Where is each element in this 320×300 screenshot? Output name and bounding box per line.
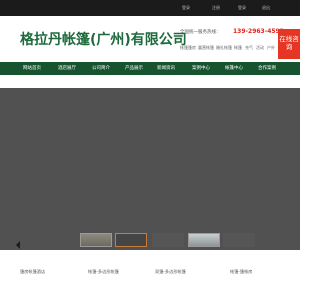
nav-item-tents[interactable]: 帐篷中心 <box>225 65 243 71</box>
nav-item-hotel[interactable]: 酒店展厅 <box>58 65 76 71</box>
keyword-link[interactable]: 婚礼帐篷 <box>216 45 232 51</box>
category-link[interactable]: 双篷-多边形帐篷 <box>155 269 186 275</box>
topbar-link-2[interactable]: 注册 <box>212 4 220 12</box>
top-bar: 登录 注册 登录 退出 <box>0 0 300 16</box>
main-nav: 网站首页 酒店展厅 公司简介 产品展示 新闻资讯 案例中心 帐篷中心 合作案例 <box>0 62 300 75</box>
category-link[interactable]: 篷房帐篷酒店 <box>20 269 45 275</box>
keyword-link[interactable]: 帐篷篷房 <box>180 45 196 51</box>
page: 登录 注册 登录 退出 格拉丹帐篷(广州)有限公司 全国统一服务热线： 139-… <box>0 0 300 300</box>
prev-arrow-icon[interactable] <box>16 241 20 249</box>
nav-item-home[interactable]: 网站首页 <box>23 65 41 71</box>
hero-banner <box>0 88 300 250</box>
topbar-link-1[interactable]: 登录 <box>182 4 190 12</box>
banner-thumbnail[interactable] <box>188 233 220 247</box>
banner-thumbnail-active[interactable] <box>115 233 147 247</box>
hotline-label: 全国统一服务热线： <box>180 30 221 35</box>
company-title[interactable]: 格拉丹帐篷(广州)有限公司 <box>20 29 187 49</box>
nav-item-partners[interactable]: 合作案例 <box>258 65 276 71</box>
banner-thumbnail[interactable] <box>152 233 184 247</box>
nav-item-about[interactable]: 公司简介 <box>92 65 110 71</box>
keyword-link[interactable]: 充气 <box>245 45 253 51</box>
hotline-number: 139-2963-4593 <box>233 28 284 35</box>
topbar-link-3[interactable]: 登录 <box>238 4 246 12</box>
keyword-link[interactable]: 帐篷 <box>234 45 242 51</box>
topbar-link-4[interactable]: 退出 <box>262 4 270 12</box>
keyword-link[interactable]: 户外 <box>267 45 275 51</box>
category-link[interactable]: 帐篷-篷帐房 <box>230 269 252 275</box>
nav-item-cases[interactable]: 案例中心 <box>192 65 210 71</box>
banner-thumbnail[interactable] <box>80 233 112 247</box>
online-consult-button[interactable]: 在线咨询 <box>278 29 300 59</box>
nav-item-products[interactable]: 产品展示 <box>125 65 143 71</box>
keyword-link[interactable]: 活动 <box>256 45 264 51</box>
category-link[interactable]: 帐篷-多边形帐篷 <box>88 269 119 275</box>
banner-thumbnail[interactable] <box>223 233 255 247</box>
keyword-link[interactable]: 露营帐篷 <box>198 45 214 51</box>
nav-item-news[interactable]: 新闻资讯 <box>157 65 175 71</box>
